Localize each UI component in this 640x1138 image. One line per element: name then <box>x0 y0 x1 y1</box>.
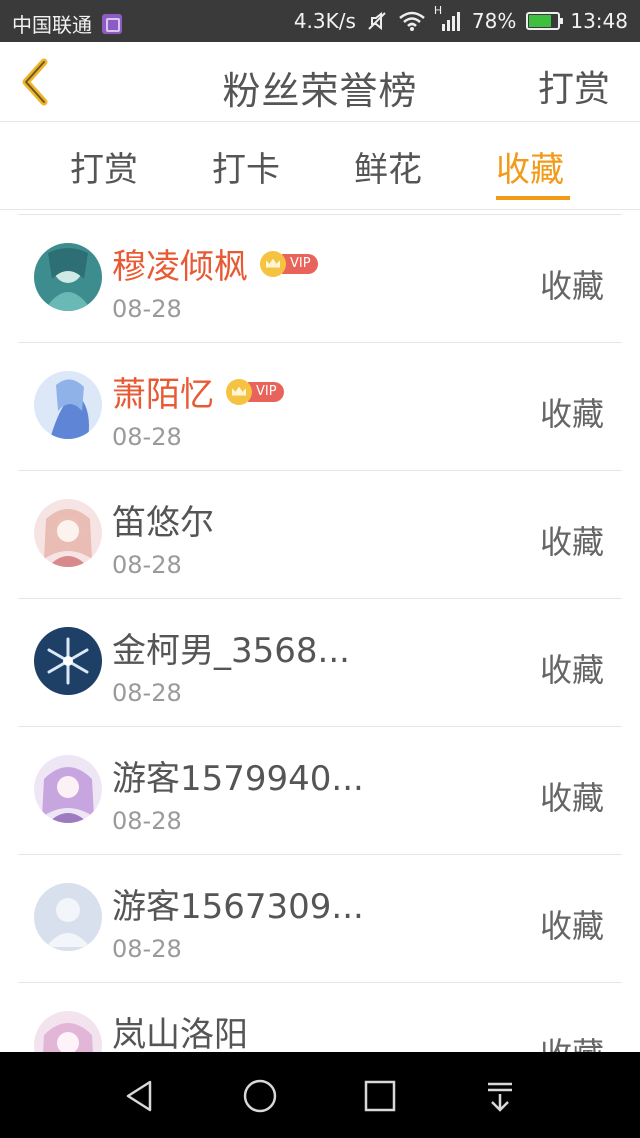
system-recents-button[interactable] <box>360 1076 400 1116</box>
avatar <box>34 243 102 311</box>
fan-date: 08-28 <box>112 935 182 963</box>
tab-reward[interactable]: 打赏 <box>70 142 138 191</box>
list-item[interactable]: 游客1567309... 08-28 收藏 <box>18 854 622 982</box>
cell-signal-icon: H <box>434 4 462 32</box>
fan-action-label: 收藏 <box>539 779 604 817</box>
fan-date: 08-28 <box>112 807 182 835</box>
square-recents-icon <box>364 1080 396 1112</box>
fan-name-text: 游客1579940... <box>112 759 364 799</box>
battery-icon <box>526 12 564 30</box>
avatar <box>34 627 102 695</box>
mute-icon <box>366 10 388 32</box>
fan-action-label: 收藏 <box>539 395 604 433</box>
tab-flowers[interactable]: 鲜花 <box>354 142 422 191</box>
tab-checkin[interactable]: 打卡 <box>212 142 280 191</box>
list-item[interactable]: 游客1579940... 08-28 收藏 <box>18 726 622 854</box>
signal-type: H <box>433 4 443 17</box>
fan-date: 08-28 <box>112 679 182 707</box>
fan-name: 萧陌忆 VIP <box>112 367 284 416</box>
default-avatar <box>34 883 102 951</box>
clock: 13:48 <box>570 9 628 33</box>
pull-down-icon <box>488 1082 512 1112</box>
fan-name: 笛悠尔 <box>112 495 214 544</box>
avatar <box>34 755 102 823</box>
fan-action-label: 收藏 <box>539 907 604 945</box>
tab-favorites[interactable]: 收藏 <box>496 142 564 191</box>
fan-action-label: 收藏 <box>539 267 604 305</box>
fan-action-label: 收藏 <box>539 523 604 561</box>
fan-name: 金柯男_3568... <box>112 623 350 672</box>
fan-name: 游客1579940... <box>112 751 364 800</box>
fan-date: 08-28 <box>112 295 182 323</box>
system-back-button[interactable] <box>120 1076 160 1116</box>
navigation-bar: 粉丝荣誉榜 打赏 <box>0 42 640 122</box>
list-item[interactable]: 岚山洛阳 08-28 收藏 <box>18 982 622 1052</box>
list-item[interactable]: 萧陌忆 VIP 08-28 收藏 <box>18 342 622 470</box>
app-notification-icon <box>102 13 122 34</box>
fan-name: 游客1567309... <box>112 879 364 928</box>
active-tab-indicator <box>496 196 570 200</box>
fan-name: 穆凌倾枫 VIP <box>112 239 318 288</box>
system-home-button[interactable] <box>240 1076 280 1116</box>
fan-date: 08-28 <box>112 551 182 579</box>
reward-button[interactable]: 打赏 <box>538 60 610 112</box>
status-bar: 中国联通 4.3K/s H 78% 13:48 <box>0 0 640 42</box>
fan-name-text: 金柯男_3568... <box>112 631 350 671</box>
vip-badge: VIP <box>260 250 318 277</box>
vip-tag: VIP <box>248 381 284 402</box>
crown-icon <box>260 250 286 277</box>
vip-tag: VIP <box>282 253 318 274</box>
list-item[interactable]: 金柯男_3568... 08-28 收藏 <box>18 598 622 726</box>
circle-home-icon <box>243 1079 277 1113</box>
fan-action-label: 收藏 <box>539 651 604 689</box>
tab-bar: 打赏 打卡 鲜花 收藏 <box>0 122 640 210</box>
system-notification-button[interactable] <box>480 1076 520 1116</box>
fan-name: 岚山洛阳 <box>112 1007 248 1052</box>
fan-name-text: 岚山洛阳 <box>112 1015 248 1052</box>
fan-name-text: 笛悠尔 <box>112 503 214 543</box>
network-speed: 4.3K/s <box>293 9 356 33</box>
system-navigation-bar <box>0 1052 640 1138</box>
crown-icon <box>226 378 252 405</box>
wifi-icon <box>398 10 426 32</box>
fan-date: 08-28 <box>112 423 182 451</box>
battery-percent: 78% <box>471 9 517 33</box>
fan-name-text: 萧陌忆 <box>112 375 214 415</box>
avatar <box>34 371 102 439</box>
fan-name-text: 游客1567309... <box>112 887 364 927</box>
carrier-name: 中国联通 <box>12 13 92 37</box>
fan-list: 穆凌倾枫 VIP 08-28 收藏 萧陌忆 VIP 08-28 收藏 笛悠尔 0… <box>0 210 640 1052</box>
triangle-back-icon <box>126 1080 152 1112</box>
list-item[interactable]: 穆凌倾枫 VIP 08-28 收藏 <box>18 214 622 342</box>
list-item[interactable]: 笛悠尔 08-28 收藏 <box>18 470 622 598</box>
vip-badge: VIP <box>226 378 284 405</box>
avatar <box>34 1011 102 1052</box>
fan-name-text: 穆凌倾枫 <box>112 247 248 287</box>
avatar <box>34 499 102 567</box>
fan-action-label: 收藏 <box>540 1029 604 1052</box>
